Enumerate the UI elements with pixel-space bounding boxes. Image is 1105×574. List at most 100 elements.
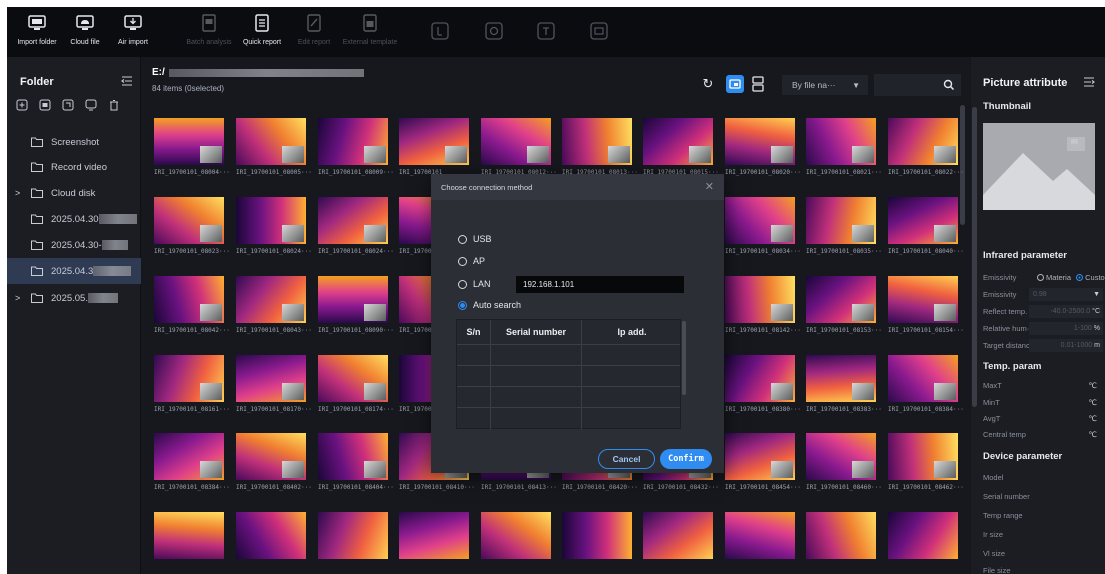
tree-item-cloud-disk[interactable]: > Cloud disk (7, 180, 141, 206)
tree-item-screenshot[interactable]: Screenshot (7, 130, 141, 154)
list-view-icon[interactable] (750, 75, 766, 93)
tool-icon-1[interactable] (430, 21, 450, 41)
thermal-thumbnail[interactable] (806, 276, 876, 323)
search-icon[interactable] (943, 79, 955, 91)
thermal-thumbnail[interactable] (318, 276, 388, 323)
edit-report-button[interactable]: Edit report (294, 11, 334, 55)
search-input[interactable] (874, 74, 961, 96)
chevron-right-icon[interactable]: > (15, 188, 20, 198)
thermal-thumbnail[interactable] (806, 197, 876, 244)
lan-ip-input[interactable] (516, 276, 684, 293)
thermal-thumbnail[interactable] (562, 512, 632, 559)
thermal-thumbnail[interactable] (888, 118, 958, 165)
refresh-icon[interactable]: ↻ (699, 75, 717, 93)
radio-auto-search[interactable] (458, 300, 467, 310)
thermal-thumbnail[interactable] (481, 118, 551, 165)
chevron-right-icon[interactable]: > (15, 293, 20, 303)
option-lan[interactable]: LAN (458, 279, 491, 289)
confirm-button[interactable]: Confirm (660, 449, 712, 469)
thermal-thumbnail[interactable] (725, 197, 795, 244)
distance-input[interactable]: 0.01-1000 m (1029, 339, 1103, 352)
panel-scrollbar[interactable] (972, 107, 977, 407)
thermal-thumbnail[interactable] (154, 118, 224, 165)
thermal-thumbnail[interactable] (236, 512, 306, 559)
thermal-thumbnail[interactable] (318, 355, 388, 402)
humidity-input[interactable]: 1-100% (1029, 322, 1103, 335)
thermal-thumbnail[interactable] (236, 355, 306, 402)
thermal-thumbnail[interactable] (236, 197, 306, 244)
collapse-panel-icon[interactable] (121, 75, 133, 87)
thermal-thumbnail[interactable] (236, 118, 306, 165)
thermal-thumbnail[interactable] (236, 433, 306, 480)
thermal-thumbnail[interactable] (806, 433, 876, 480)
thermal-thumbnail[interactable] (888, 197, 958, 244)
thermal-thumbnail[interactable] (154, 512, 224, 559)
thermal-thumbnail[interactable] (888, 276, 958, 323)
thermal-thumbnail[interactable] (806, 512, 876, 559)
tree-item-folder-4[interactable]: 2025.04.30 (7, 206, 141, 232)
radio-ap[interactable] (458, 256, 467, 266)
thermal-thumbnail[interactable] (399, 118, 469, 165)
tree-item-folder-6[interactable]: 2025.04.3 (7, 258, 141, 284)
thermal-thumbnail[interactable] (643, 118, 713, 165)
thermal-thumbnail[interactable] (888, 433, 958, 480)
cancel-button[interactable]: Cancel (598, 449, 655, 469)
thermal-thumbnail[interactable] (318, 512, 388, 559)
screen-icon[interactable] (85, 99, 97, 111)
quick-report-button[interactable]: Quick report (239, 11, 285, 55)
option-ap[interactable]: AP (458, 256, 485, 266)
grid-view-icon[interactable] (726, 75, 744, 93)
radio-usb[interactable] (458, 234, 467, 244)
thermal-thumbnail[interactable] (725, 355, 795, 402)
thermal-thumbnail[interactable] (154, 276, 224, 323)
thermal-thumbnail[interactable] (318, 433, 388, 480)
copy-icon[interactable] (62, 99, 74, 111)
tree-item-folder-7[interactable]: > 2025.05. (7, 284, 141, 312)
tool-icon-2[interactable] (484, 21, 504, 41)
radio-materia[interactable] (1037, 274, 1044, 281)
emissivity-select[interactable]: 0.98 ▼ (1029, 288, 1103, 301)
thermal-thumbnail[interactable] (318, 197, 388, 244)
radio-custom[interactable] (1076, 274, 1084, 281)
air-import-button[interactable]: Air import (113, 11, 153, 55)
reflect-input[interactable]: -40.0-2500.0 °C (1029, 305, 1103, 318)
radio-lan[interactable] (458, 279, 467, 289)
thermal-thumbnail[interactable] (562, 118, 632, 165)
cloud-file-button[interactable]: Cloud file (65, 11, 105, 55)
thermal-thumbnail[interactable] (154, 355, 224, 402)
collapse-panel-icon[interactable] (1083, 76, 1095, 88)
thumbnail-label: IRI_19700101_08043··· (236, 327, 312, 334)
thermal-thumbnail[interactable] (888, 512, 958, 559)
thermal-thumbnail[interactable] (643, 512, 713, 559)
tool-icon-4[interactable] (589, 21, 609, 41)
thermal-thumbnail[interactable] (725, 276, 795, 323)
thermal-thumbnail[interactable] (481, 512, 551, 559)
tree-item-folder-5[interactable]: 2025.04.30- (7, 232, 141, 258)
delete-icon[interactable] (108, 99, 120, 111)
thermal-thumbnail[interactable] (725, 512, 795, 559)
table-scrollbar[interactable] (682, 321, 686, 395)
cloud-file-label: Cloud file (70, 39, 100, 46)
sort-select[interactable]: By file na··· ▼ (782, 75, 868, 95)
option-usb[interactable]: USB (458, 234, 492, 244)
scrollbar[interactable] (960, 105, 965, 225)
thermal-thumbnail[interactable] (888, 355, 958, 402)
thermal-thumbnail[interactable] (154, 433, 224, 480)
close-icon[interactable]: ✕ (705, 180, 714, 193)
import-folder-button[interactable]: Import folder (15, 11, 59, 55)
thermal-thumbnail[interactable] (806, 118, 876, 165)
external-template-button[interactable]: External template (341, 11, 399, 55)
option-auto-search[interactable]: Auto search (458, 300, 521, 310)
add-folder-icon[interactable] (16, 99, 28, 111)
thermal-thumbnail[interactable] (725, 118, 795, 165)
thermal-thumbnail[interactable] (236, 276, 306, 323)
batch-analysis-button[interactable]: Batch analysis (184, 11, 234, 55)
tree-item-record-video[interactable]: Record video (7, 154, 141, 180)
open-folder-icon[interactable] (39, 99, 51, 111)
thermal-thumbnail[interactable] (318, 118, 388, 165)
thermal-thumbnail[interactable] (399, 512, 469, 559)
thermal-thumbnail[interactable] (154, 197, 224, 244)
thermal-thumbnail[interactable] (725, 433, 795, 480)
thermal-thumbnail[interactable] (806, 355, 876, 402)
tool-icon-3[interactable] (536, 21, 556, 41)
